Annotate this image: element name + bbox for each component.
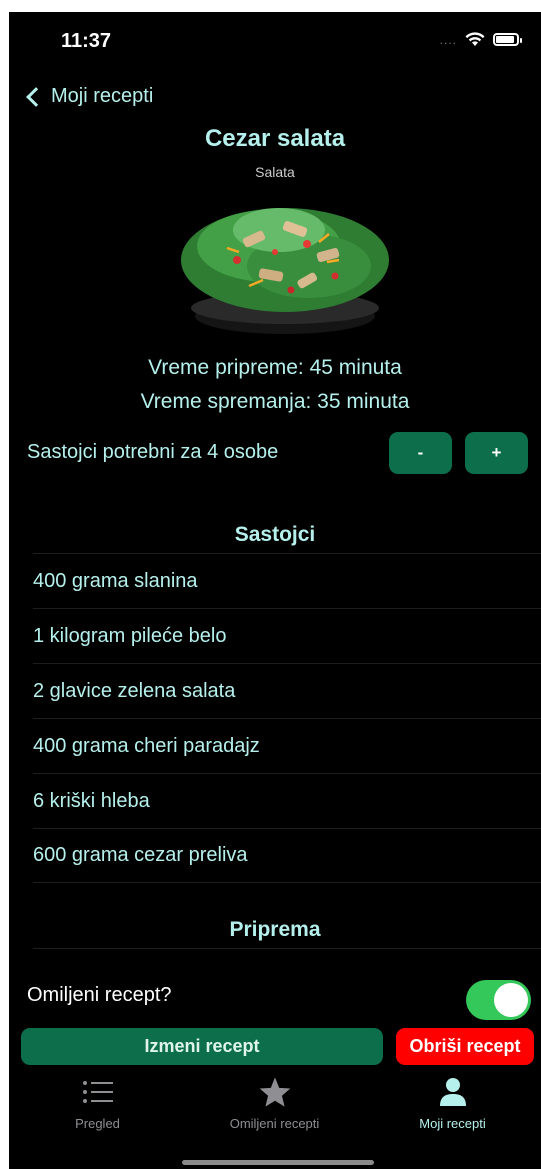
prep-time: Vreme pripreme: 45 minuta — [148, 356, 402, 379]
toggle-knob — [494, 983, 528, 1017]
ingredients-list: 400 grama slanina 1 kilogram pileće belo… — [33, 553, 541, 883]
status-time: 11:37 — [61, 30, 112, 52]
status-icons: .... — [439, 32, 522, 47]
ingredient-item: 2 glavice zelena salata — [33, 663, 541, 718]
cook-time: Vreme spremanja: 35 minuta — [140, 390, 410, 413]
battery-icon — [493, 33, 522, 46]
decrease-servings-button[interactable]: - — [389, 432, 452, 474]
list-icon — [82, 1074, 114, 1110]
tab-label: Pregled — [75, 1116, 120, 1131]
wifi-icon — [465, 32, 485, 46]
signal-icon: .... — [439, 32, 457, 47]
tab-omiljeni-recepti[interactable]: Omiljeni recepti — [186, 1074, 363, 1136]
favorite-label: Omiljeni recept? — [27, 984, 172, 1006]
tab-label: Omiljeni recepti — [229, 1116, 320, 1131]
back-button-label: Moji recepti — [51, 85, 154, 107]
status-bar: 11:37 .... — [9, 12, 541, 62]
phone-screen: 11:37 .... Moji recepti Cezar salata Sal… — [9, 12, 541, 1169]
divider — [33, 948, 541, 949]
recipe-title: Cezar salata — [204, 125, 346, 152]
preparation-title: Priprema — [229, 918, 321, 941]
salad-image — [181, 208, 389, 334]
increase-servings-button[interactable]: + — [465, 432, 528, 474]
ingredient-item: 600 grama cezar preliva — [33, 828, 541, 883]
back-button[interactable]: Moji recepti — [25, 85, 153, 108]
star-icon — [258, 1074, 292, 1110]
tab-label: Moji recepti — [419, 1116, 486, 1131]
ingredient-item: 1 kilogram pileće belo — [33, 608, 541, 663]
favorite-toggle[interactable] — [466, 980, 531, 1020]
ingredients-title: Sastojci — [234, 523, 316, 546]
recipe-category: Salata — [255, 164, 295, 180]
edit-recipe-button[interactable]: Izmeni recept — [21, 1028, 383, 1065]
person-icon — [439, 1074, 467, 1110]
home-indicator — [182, 1160, 374, 1165]
servings-label: Sastojci potrebni za 4 osobe — [27, 441, 279, 463]
delete-recipe-button[interactable]: Obriši recept — [396, 1028, 534, 1065]
ingredient-item: 400 grama slanina — [33, 553, 541, 608]
chevron-left-icon — [26, 86, 46, 107]
tab-moji-recepti[interactable]: Moji recepti — [364, 1074, 541, 1136]
tab-pregled[interactable]: Pregled — [9, 1074, 186, 1136]
ingredient-item: 6 kriški hleba — [33, 773, 541, 828]
ingredient-item: 400 grama cheri paradajz — [33, 718, 541, 773]
tab-bar: Pregled Omiljeni recepti Moji recepti — [9, 1074, 541, 1136]
